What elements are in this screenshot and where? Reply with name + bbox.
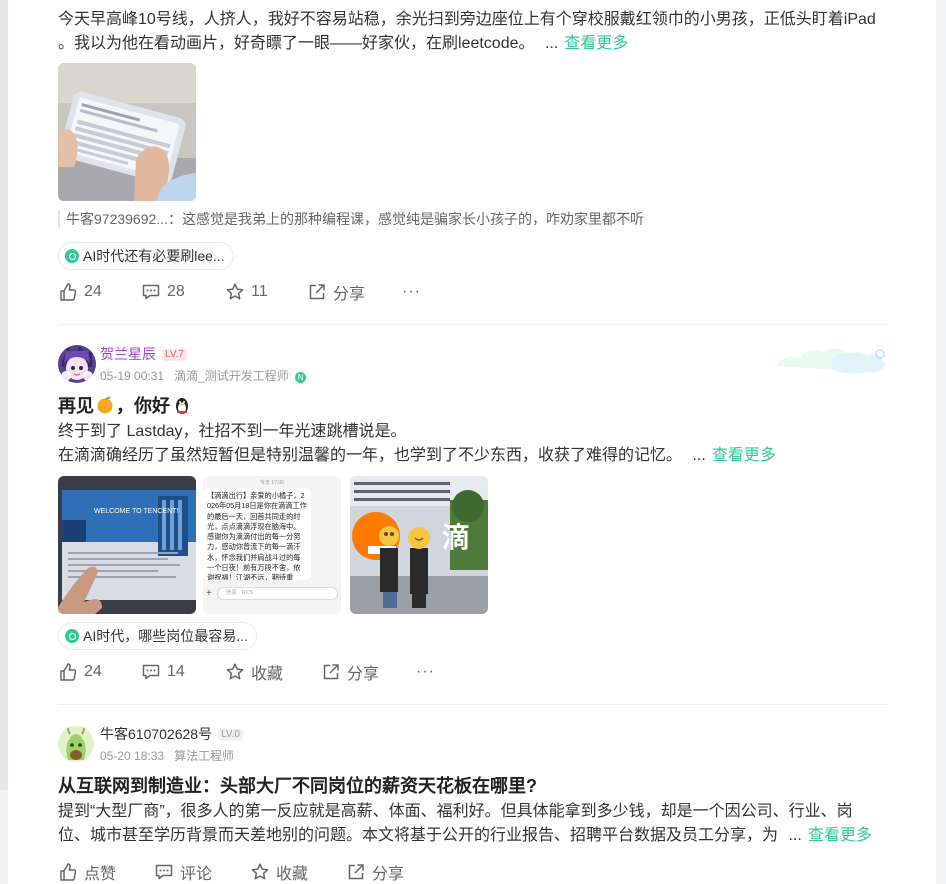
comment-button[interactable]: 28: [141, 282, 225, 302]
like-count: 24: [84, 663, 102, 680]
topic-icon: [65, 249, 79, 263]
comment-count: 14: [167, 663, 185, 680]
avatar[interactable]: [58, 726, 94, 762]
author-job: 滴滴_测试开发工程师: [174, 369, 289, 383]
share-icon: [323, 664, 339, 680]
share-label: 分享: [347, 666, 380, 683]
thumb-up-icon: [60, 863, 77, 881]
star-icon: [226, 663, 244, 680]
like-button[interactable]: 点赞: [58, 860, 154, 884]
read-more-link[interactable]: 查看更多: [712, 447, 776, 464]
left-scroll-strip: [0, 0, 8, 884]
author-job: 算法工程师: [174, 749, 235, 763]
post-image-tencent[interactable]: WELCOME TO TENCENT!: [58, 476, 196, 614]
featured-comment[interactable]: 牛客97239692...：这感觉是我弟上的那种编程课，感觉纯是骗家长小孩子的，…: [58, 210, 644, 228]
star-label: 收藏: [251, 666, 284, 683]
message-time: 今天 17:00: [260, 480, 284, 486]
star-count: 11: [251, 283, 268, 300]
topic-tag-ai-jobs[interactable]: AI时代，哪些岗位最容易...: [58, 622, 257, 650]
post-body-line1: 提到“大型厂商”，很多人的第一反应就是高薪、体面、福利好。但具体能拿到多少钱，却…: [58, 803, 853, 820]
post-date: 05-19 00:31: [100, 369, 165, 383]
more-options-icon: ···: [402, 283, 421, 300]
message-input-bar: + 信息 · RCS: [206, 586, 338, 600]
topic-label: AI时代，哪些岗位最容易...: [83, 628, 248, 644]
penguin-icon: [176, 398, 188, 414]
share-icon: [348, 864, 364, 880]
comment-icon: [142, 284, 160, 300]
post-body-line2: 。我以为他在看动画片，好奇瞟了一眼——好家伙，在刷leetcode。 ... 查看…: [58, 35, 629, 52]
post-image-ipad[interactable]: [58, 63, 196, 201]
star-button[interactable]: 11: [225, 282, 307, 302]
didi-sign-text: 滴: [442, 522, 471, 553]
thumb-up-icon: [60, 663, 77, 681]
thumb-up-icon: [60, 283, 77, 301]
like-button[interactable]: 24: [58, 662, 141, 682]
share-label: 分享: [333, 286, 366, 303]
post-body-line1: 终于到了 Lastday，社招不到一年光速跳槽说是。: [58, 423, 407, 440]
right-gutter: [936, 0, 946, 884]
comment-button[interactable]: 14: [141, 662, 225, 682]
comment-button[interactable]: 评论: [154, 860, 250, 884]
post-image-didi[interactable]: 滴: [350, 476, 488, 614]
share-button[interactable]: 分享: [307, 280, 402, 304]
star-label: 收藏: [276, 866, 309, 883]
avatar[interactable]: [58, 345, 96, 383]
author-name[interactable]: 牛客610702628号: [100, 726, 212, 742]
author-name[interactable]: 贺兰星辰: [100, 346, 156, 362]
level-badge: LV.0: [218, 729, 243, 741]
star-button[interactable]: 收藏: [225, 660, 321, 684]
post-divider: [58, 324, 888, 325]
more-options-button[interactable]: ···: [416, 663, 435, 681]
message-input: 信息 · RCS: [216, 586, 338, 600]
post-title[interactable]: 再见 ，你好: [58, 392, 191, 418]
post-author[interactable]: 牛客610702628号 LV.0 05-20 18:33 算法工程师: [58, 724, 243, 764]
comment-label: 评论: [180, 866, 213, 883]
orange-emoji-icon: [97, 396, 113, 414]
left-scroll-thumb[interactable]: [0, 0, 8, 790]
topic-icon: [65, 629, 79, 643]
more-options-icon: ···: [416, 663, 435, 680]
post-actions: 点赞 评论 收藏 分享: [58, 860, 442, 884]
post-body-line2: 位、城市甚至学历背景而天差地别的问题。本文将基于公开的行业报告、招聘平台数据及员…: [58, 827, 872, 844]
like-count: 24: [84, 283, 102, 300]
share-button[interactable]: 分享: [321, 660, 416, 684]
verified-icon: N: [295, 372, 307, 383]
post-divider: [58, 704, 888, 705]
comment-count: 28: [167, 283, 185, 300]
topic-label: AI时代还有必要刷lee...: [83, 248, 225, 264]
post-actions: 24 14 收藏 分享 ···: [58, 660, 435, 684]
post-author[interactable]: 贺兰星辰 LV.7 05-19 00:31 滴滴_测试开发工程师 N: [58, 344, 307, 384]
topic-tag-leetcode[interactable]: AI时代还有必要刷lee...: [58, 242, 234, 270]
post-body-line1: 今天早高峰10号线，人挤人，我好不容易站稳，余光扫到旁边座位上有个穿校服戴红领巾…: [58, 11, 876, 28]
like-label: 点赞: [84, 866, 117, 883]
share-icon: [309, 284, 325, 300]
post-date: 05-20 18:33: [100, 749, 165, 763]
post-image-message[interactable]: 今天 17:00 【滴滴出行】亲爱的小橘子，2026年05月18日是你在滴滴工作…: [203, 476, 341, 614]
star-icon: [226, 283, 244, 300]
level-badge: LV.7: [162, 349, 187, 361]
read-more-link[interactable]: 查看更多: [564, 35, 628, 52]
post-body-line2: 在滴滴确经历了虽然短暂但是特别温馨的一年，也学到了不少东西，收获了难得的记忆。 …: [58, 447, 776, 464]
star-icon: [251, 863, 269, 880]
share-label: 分享: [372, 866, 405, 883]
post-actions: 24 28 11 分享 ···: [58, 280, 421, 304]
message-bubble: 【滴滴出行】亲爱的小橘子，2026年05月18日是你在滴滴工作的最后一天，回首共…: [203, 488, 311, 580]
comment-icon: [142, 664, 160, 680]
more-options-button[interactable]: ···: [402, 283, 421, 301]
plus-icon: +: [206, 587, 212, 599]
tencent-welcome-text: WELCOME TO TENCENT!: [94, 508, 179, 515]
read-more-link[interactable]: 查看更多: [808, 827, 872, 844]
star-button[interactable]: 收藏: [250, 860, 346, 884]
like-button[interactable]: 24: [58, 282, 141, 302]
post-title[interactable]: 从互联网到制造业：头部大厂不同岗位的薪资天花板在哪里?: [58, 772, 537, 798]
decorative-cloud-icon: [772, 344, 890, 376]
comment-icon: [155, 864, 173, 880]
share-button[interactable]: 分享: [346, 860, 442, 884]
